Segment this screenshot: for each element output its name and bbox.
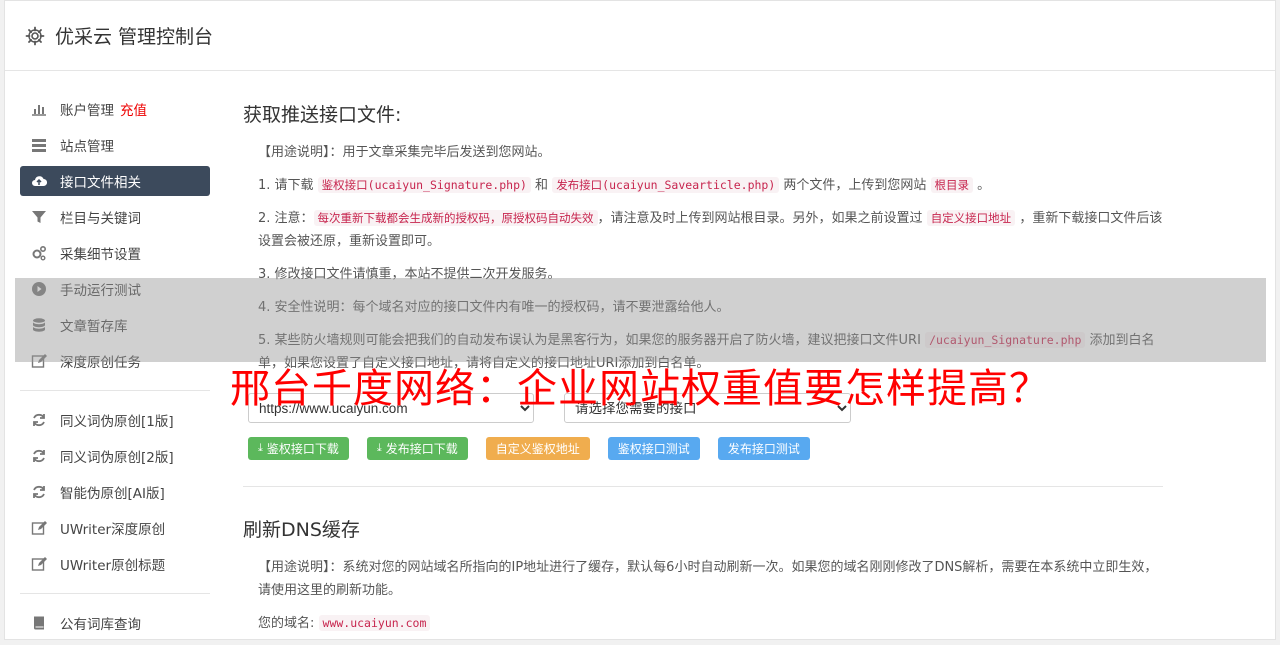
sidebar-item-label: 接口文件相关 — [60, 175, 141, 191]
dns-usage-text: 【用途说明】：系统对您的网站域名所指向的IP地址进行了缓存，默认每6小时自动刷新… — [258, 560, 1158, 598]
download-icon: ⤓ — [376, 442, 382, 454]
cloud-upload-icon — [32, 176, 47, 187]
sidebar-item-label: UWriter深度原创 — [60, 522, 166, 538]
sidebar-item-label: 同义词伪原创[2版] — [60, 450, 174, 466]
sidebar-item-label: 栏目与关键词 — [60, 211, 141, 227]
button-label: 鉴权接口测试 — [617, 442, 690, 456]
top-header: 优采云 管理控制台 — [5, 1, 1275, 71]
sidebar-item-collect-settings[interactable]: 采集细节设置 — [20, 238, 210, 268]
sidebar-item-synonym-v2[interactable]: 同义词伪原创[2版] — [20, 441, 210, 471]
server-icon — [32, 139, 46, 152]
refresh-icon — [33, 413, 45, 427]
sidebar-item-api-files[interactable]: 接口文件相关 — [20, 166, 210, 196]
sidebar-item-label: UWriter原创标题 — [60, 558, 166, 574]
sidebar-item-sites[interactable]: 站点管理 — [20, 130, 210, 160]
custom-api-code: 自定义接口地址 — [926, 210, 1016, 226]
filter-icon — [32, 211, 46, 223]
step-text: 。 — [973, 178, 991, 193]
test-pub-button[interactable]: 发布接口测试 — [717, 437, 810, 460]
domain-value: www.ucaiyun.com — [318, 615, 431, 631]
step-text: 和 — [530, 178, 553, 193]
download-sig-button[interactable]: ⤓ 鉴权接口下载 — [248, 437, 349, 460]
book-icon — [34, 616, 44, 630]
recharge-link[interactable]: 充值 — [120, 99, 147, 119]
sidebar-item-columns-keywords[interactable]: 栏目与关键词 — [20, 202, 210, 232]
root-dir-code: 根目录 — [930, 177, 974, 193]
pub-file-code: 发布接口(ucaiyun_Savearticle.php) — [552, 177, 780, 193]
domain-row: 您的域名: www.ucaiyun.com — [258, 612, 1163, 635]
step-2: 2. 注意： 每次重新下载都会生成新的授权码，原授权码自动失效 ，请注意及时上传到网… — [258, 207, 1163, 253]
sidebar-divider — [20, 593, 210, 594]
button-label: 发布接口下载 — [385, 442, 458, 456]
sidebar-item-public-dict[interactable]: 公有词库查询 — [20, 608, 210, 638]
bar-chart-icon — [32, 105, 46, 116]
sidebar-item-label: 智能伪原创[AI版] — [60, 486, 165, 502]
page-title: 优采云 管理控制台 — [55, 26, 214, 48]
sidebar-item-uwriter-deep[interactable]: UWriter深度原创 — [20, 513, 210, 543]
section-title: 获取推送接口文件: — [243, 104, 402, 126]
sidebar-item-label: 站点管理 — [60, 139, 114, 155]
refresh-icon — [33, 449, 45, 463]
gray-overlay-band — [15, 278, 1266, 362]
section-title: 刷新DNS缓存 — [243, 519, 360, 541]
cogs-icon — [32, 245, 47, 261]
button-label: 鉴权接口下载 — [266, 442, 339, 456]
download-icon: ⤓ — [258, 442, 263, 454]
sig-file-code: 鉴权接口(ucaiyun_Signature.php) — [317, 177, 531, 193]
step-text: 两个文件，上传到您网站 — [779, 178, 931, 193]
step-text: 2. 注意： — [258, 211, 314, 226]
button-label: 自定义鉴权地址 — [495, 442, 580, 456]
download-pub-button[interactable]: ⤓ 发布接口下载 — [366, 437, 468, 460]
domain-label: 您的域名: — [258, 616, 319, 631]
sidebar-item-label: 公有词库查询 — [60, 617, 141, 633]
button-row: ⤓ 鉴权接口下载 ⤓ 发布接口下载 自定义鉴权地址 鉴权接口测试 发布接口测试 — [248, 437, 1163, 460]
sidebar-item-label: 账户管理 — [60, 103, 114, 119]
section-divider — [243, 486, 1163, 487]
step-text: ，请注意及时上传到网站根目录。另外，如果之前设置过 — [597, 211, 927, 226]
edit-icon — [31, 557, 47, 571]
refresh-icon — [33, 485, 45, 499]
custom-sig-button[interactable]: 自定义鉴权地址 — [485, 437, 590, 460]
overlay-headline: 邢台千度网络：企业网站权重值要怎样提高？ — [230, 366, 1050, 412]
warning-code: 每次重新下载都会生成新的授权码，原授权码自动失效 — [313, 210, 598, 226]
sidebar-item-label: 采集细节设置 — [60, 247, 141, 263]
edit-icon — [31, 521, 47, 535]
usage-text: 【用途说明】：用于文章采集完毕后发送到您网站。 — [258, 145, 551, 160]
sidebar-item-account[interactable]: 账户管理 充值 — [20, 94, 210, 124]
test-sig-button[interactable]: 鉴权接口测试 — [607, 437, 700, 460]
gear-icon — [25, 26, 45, 45]
button-label: 发布接口测试 — [727, 442, 800, 456]
sidebar-item-ai-rewrite[interactable]: 智能伪原创[AI版] — [20, 477, 210, 507]
step-1: 1. 请下载 鉴权接口(ucaiyun_Signature.php) 和 发布接… — [258, 174, 1163, 197]
step-text: 1. 请下载 — [258, 178, 318, 193]
sidebar-item-uwriter-title[interactable]: UWriter原创标题 — [20, 549, 210, 579]
